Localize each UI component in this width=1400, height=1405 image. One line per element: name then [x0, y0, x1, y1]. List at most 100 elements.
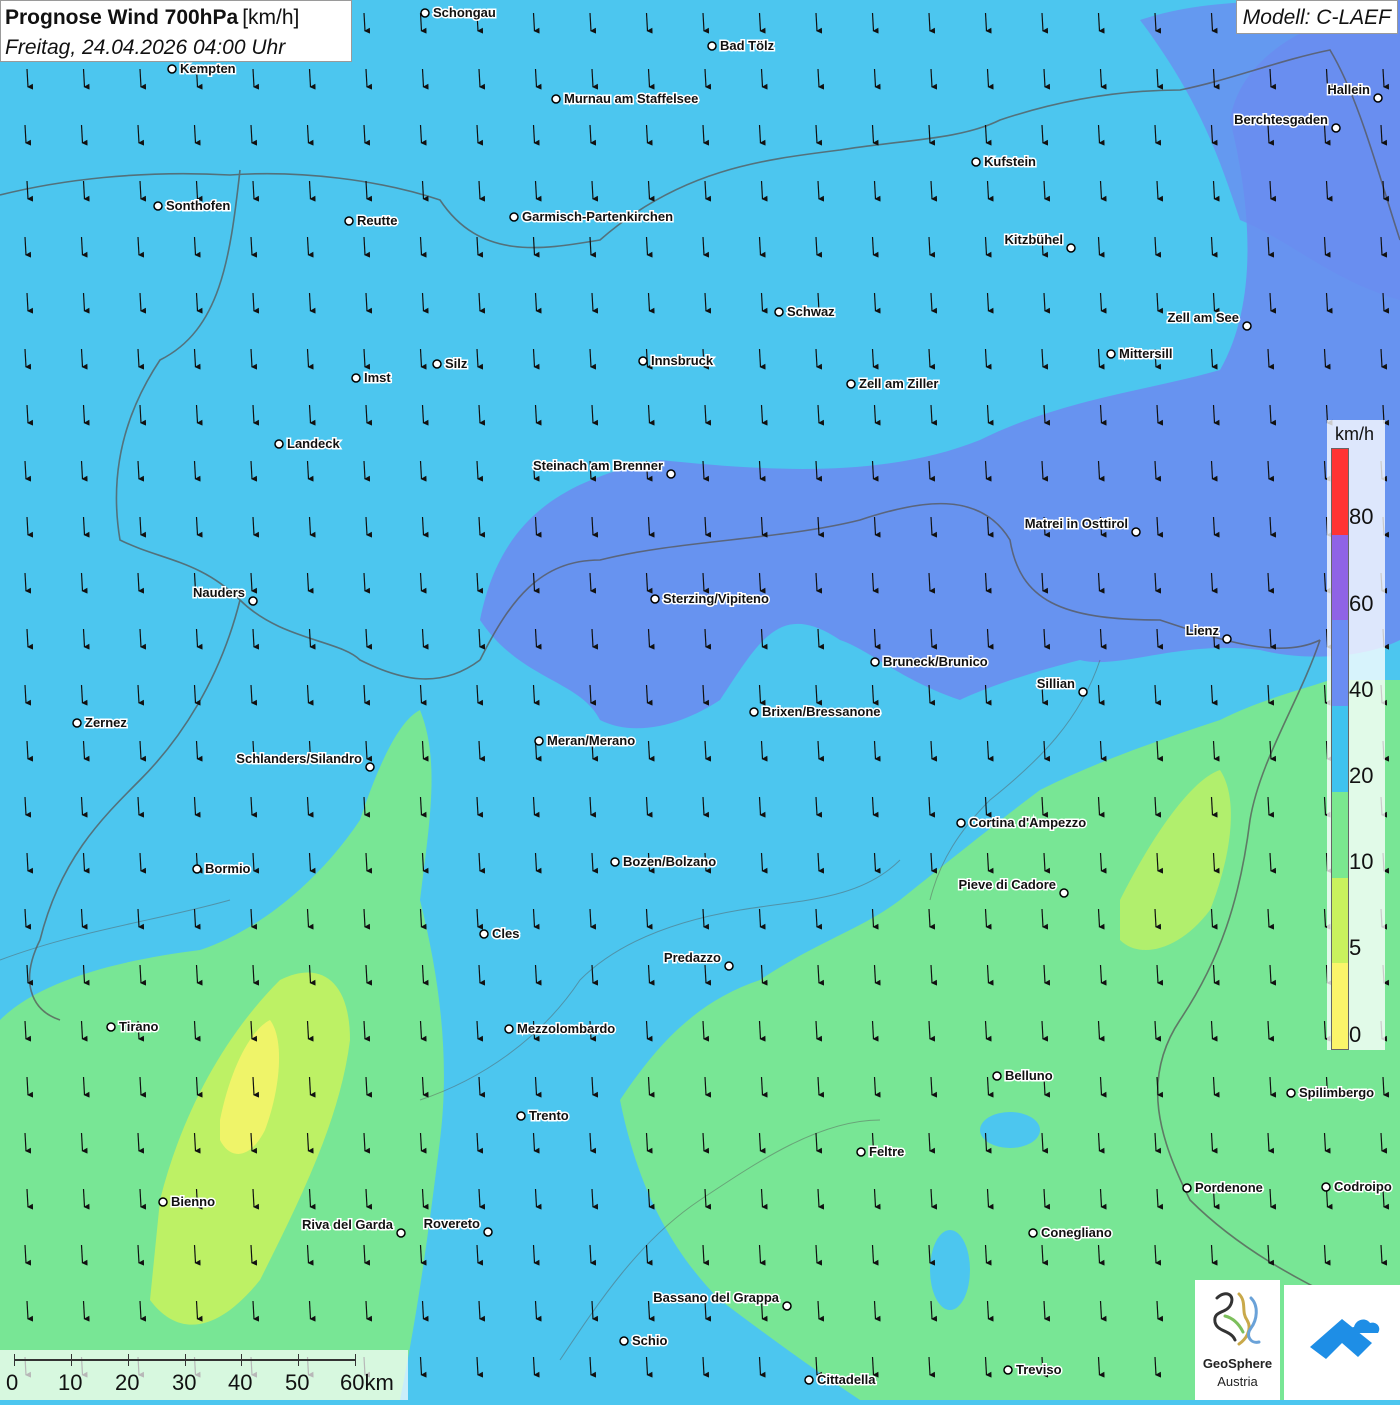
city-label: Zell am Ziller [859, 376, 938, 391]
map-title-unit: [km/h] [242, 6, 300, 29]
city-dot [274, 439, 284, 449]
city-label: Schio [632, 1333, 667, 1348]
city-label: Nauders [193, 585, 245, 600]
city-dot [504, 1024, 514, 1034]
legend-swatch [1332, 877, 1348, 964]
city-label: Silz [445, 356, 468, 371]
map-title: Prognose Wind 700hPa [5, 6, 239, 29]
city-dot [1286, 1088, 1296, 1098]
city-dot [106, 1022, 116, 1032]
city-dot [1078, 687, 1088, 697]
legend-label: 60 [1349, 591, 1374, 616]
city-dot [774, 307, 784, 317]
city-marker: Brixen/Bressanone [749, 703, 882, 721]
city-label: Reutte [357, 213, 397, 228]
city-label: Landeck [287, 436, 341, 451]
app-mountain-cloud-icon [1310, 1319, 1380, 1359]
color-legend: km/h 80 60 40 20 10 5 0 [1327, 420, 1385, 1050]
city-dot [551, 94, 561, 104]
city-dot [516, 1111, 526, 1121]
city-label: Schwaz [787, 304, 835, 319]
city-dot [479, 929, 489, 939]
legend-swatch [1332, 534, 1348, 621]
city-label: Garmisch-Partenkirchen [522, 209, 673, 224]
city-dot [1222, 634, 1232, 644]
city-marker: Conegliano [1028, 1224, 1113, 1242]
city-label: Schongau [433, 5, 496, 20]
city-dot [971, 157, 981, 167]
city-dot [420, 8, 430, 18]
lake-feature [980, 1112, 1040, 1148]
city-label: Spilimbergo [1299, 1085, 1374, 1100]
city-label: Lienz [1186, 623, 1220, 638]
city-dot [749, 707, 759, 717]
city-dot [870, 657, 880, 667]
city-label: Predazzo [664, 950, 721, 965]
city-label: Treviso [1016, 1362, 1062, 1377]
city-dot [992, 1071, 1002, 1081]
city-label: Trento [529, 1108, 569, 1123]
city-dot [1003, 1365, 1013, 1375]
scale-label: 50 [285, 1370, 310, 1395]
city-dot [782, 1301, 792, 1311]
city-label: Pordenone [1195, 1180, 1263, 1195]
city-marker: Mezzolombardo [504, 1020, 617, 1038]
city-label: Imst [364, 370, 391, 385]
geosphere-emblem-icon [1213, 1292, 1261, 1346]
city-dot [396, 1228, 406, 1238]
city-label: Codroipo [1334, 1179, 1392, 1194]
legend-swatch [1332, 620, 1348, 707]
city-marker: Sonthofen [153, 197, 232, 215]
city-dot [509, 212, 519, 222]
app-logo[interactable] [1284, 1285, 1400, 1400]
city-dot [804, 1375, 814, 1385]
scale-label: 0 [6, 1370, 19, 1395]
city-dot [192, 864, 202, 874]
city-label: Bassano del Grappa [653, 1290, 779, 1305]
legend-swatch [1332, 706, 1348, 792]
city-dot [1028, 1228, 1038, 1238]
city-marker: Sterzing/Vipiteno [650, 590, 770, 608]
legend-label: 5 [1349, 935, 1362, 960]
city-dot [856, 1147, 866, 1157]
geosphere-logo[interactable]: GeoSphere Austria [1195, 1280, 1280, 1400]
city-label: Feltre [869, 1144, 904, 1159]
city-dot [1066, 243, 1076, 253]
city-dot [158, 1197, 168, 1207]
city-label: Sonthofen [166, 198, 230, 213]
city-label: Matrei in Osttirol [1025, 516, 1128, 531]
city-marker: Bruneck/Brunico [870, 653, 989, 671]
city-label: Bruneck/Brunico [883, 654, 988, 669]
city-dot [1331, 123, 1341, 133]
city-dot [1242, 321, 1252, 331]
city-dot [610, 857, 620, 867]
city-label: Pieve di Cadore [958, 877, 1056, 892]
city-marker: Cortina d'Ampezzo [956, 814, 1088, 832]
model-label: Modell: C-LAEF [1235, 0, 1398, 34]
city-marker: Pordenone [1182, 1179, 1264, 1197]
scale-tick [128, 1354, 129, 1366]
city-label: Kitzbühel [1005, 232, 1064, 247]
city-label: Murnau am Staffelsee [564, 91, 698, 106]
city-marker: Zell am Ziller [846, 375, 940, 393]
legend-label: 80 [1349, 504, 1374, 529]
city-dot [534, 736, 544, 746]
city-label: Rovereto [424, 1216, 480, 1231]
city-marker: Innsbruck [638, 352, 715, 370]
legend-label: 20 [1349, 763, 1374, 788]
city-label: Bormio [205, 861, 251, 876]
city-label: Conegliano [1041, 1225, 1112, 1240]
legend-color-bar [1331, 448, 1349, 1050]
city-label: Meran/Merano [547, 733, 635, 748]
city-dot [638, 356, 648, 366]
city-dot [846, 379, 856, 389]
legend-swatch [1332, 791, 1348, 878]
city-label: Innsbruck [651, 353, 714, 368]
city-label: Hallein [1327, 82, 1370, 97]
map-title-box: Prognose Wind 700hPa [km/h] Freitag, 24.0… [0, 0, 352, 62]
scale-tick [298, 1354, 299, 1366]
scale-tick [185, 1354, 186, 1366]
city-label: Cles [492, 926, 519, 941]
legend-label: 10 [1349, 849, 1374, 874]
city-dot [432, 359, 442, 369]
